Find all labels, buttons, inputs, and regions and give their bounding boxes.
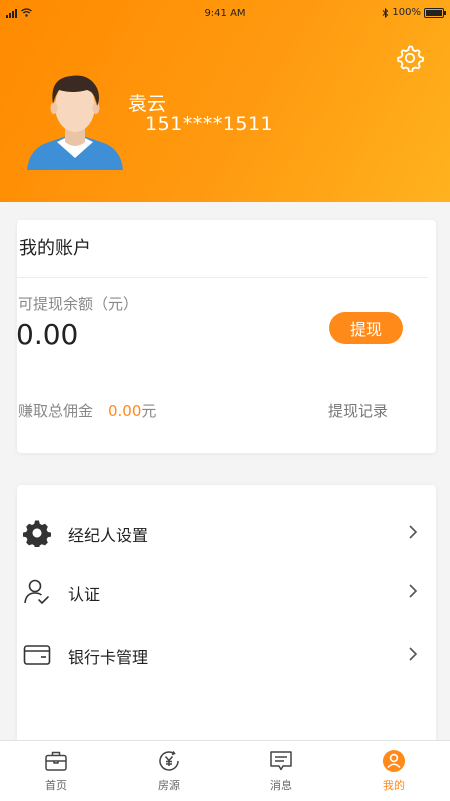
tab-home[interactable]: 首页 — [0, 741, 112, 801]
yuan-icon — [159, 751, 179, 771]
tab-listings[interactable]: 房源 — [113, 741, 225, 801]
withdraw-button[interactable]: 提现 — [329, 312, 403, 344]
battery-icon — [424, 7, 446, 18]
account-title: 我的账户 — [19, 238, 91, 259]
menu-card: 经纪人设置 认证 银行卡管理 — [17, 485, 436, 747]
menu-item-verification[interactable]: 认证 — [17, 569, 436, 615]
chevron-right-icon — [409, 525, 418, 539]
account-card: 我的账户 可提现余额（元） 0.00 提现 赚取总佣金 0.00元 提现记录 — [16, 220, 436, 453]
profile-header: 9:41 AM 100% 袁云 151****1511 — [0, 0, 450, 202]
tab-label: 我的 — [383, 779, 405, 792]
menu-item-agent-settings[interactable]: 经纪人设置 — [17, 510, 436, 556]
menu-label: 经纪人设置 — [68, 526, 149, 545]
bottom-tab-bar: 首页 房源 消息 我的 — [0, 740, 450, 801]
commission-label: 赚取总佣金 — [18, 402, 94, 420]
balance-label: 可提现余额（元） — [18, 295, 139, 313]
divider — [17, 277, 428, 278]
menu-label: 银行卡管理 — [68, 648, 149, 667]
chevron-right-icon — [409, 584, 418, 598]
commission-amount: 0.00 — [108, 402, 142, 420]
avatar — [27, 75, 123, 170]
commission-unit: 元 — [141, 402, 157, 420]
commission-value: 0.00元 — [108, 400, 156, 421]
settings-gear-icon[interactable] — [396, 44, 424, 72]
menu-item-bank-card[interactable]: 银行卡管理 — [17, 632, 436, 678]
bluetooth-icon — [383, 7, 389, 18]
tab-label: 房源 — [158, 779, 180, 792]
chevron-right-icon — [409, 647, 418, 661]
user-name: 袁云 — [128, 93, 167, 115]
gear-icon — [23, 520, 51, 547]
tab-messages[interactable]: 消息 — [225, 741, 337, 801]
tab-label: 首页 — [45, 779, 67, 792]
tab-label: 消息 — [270, 779, 292, 792]
menu-label: 认证 — [68, 585, 101, 604]
battery-percent: 100% — [392, 7, 421, 18]
tab-mine[interactable]: 我的 — [338, 741, 450, 801]
withdraw-record-link[interactable]: 提现记录 — [328, 400, 388, 421]
bank-card-icon — [23, 645, 51, 665]
balance-value: 0.00 — [16, 318, 79, 351]
message-icon — [270, 751, 292, 771]
user-phone: 151****1511 — [145, 113, 274, 135]
briefcase-icon — [45, 751, 67, 771]
status-bar: 9:41 AM 100% — [0, 0, 450, 26]
user-check-icon — [24, 579, 49, 605]
profile-icon — [383, 750, 405, 772]
